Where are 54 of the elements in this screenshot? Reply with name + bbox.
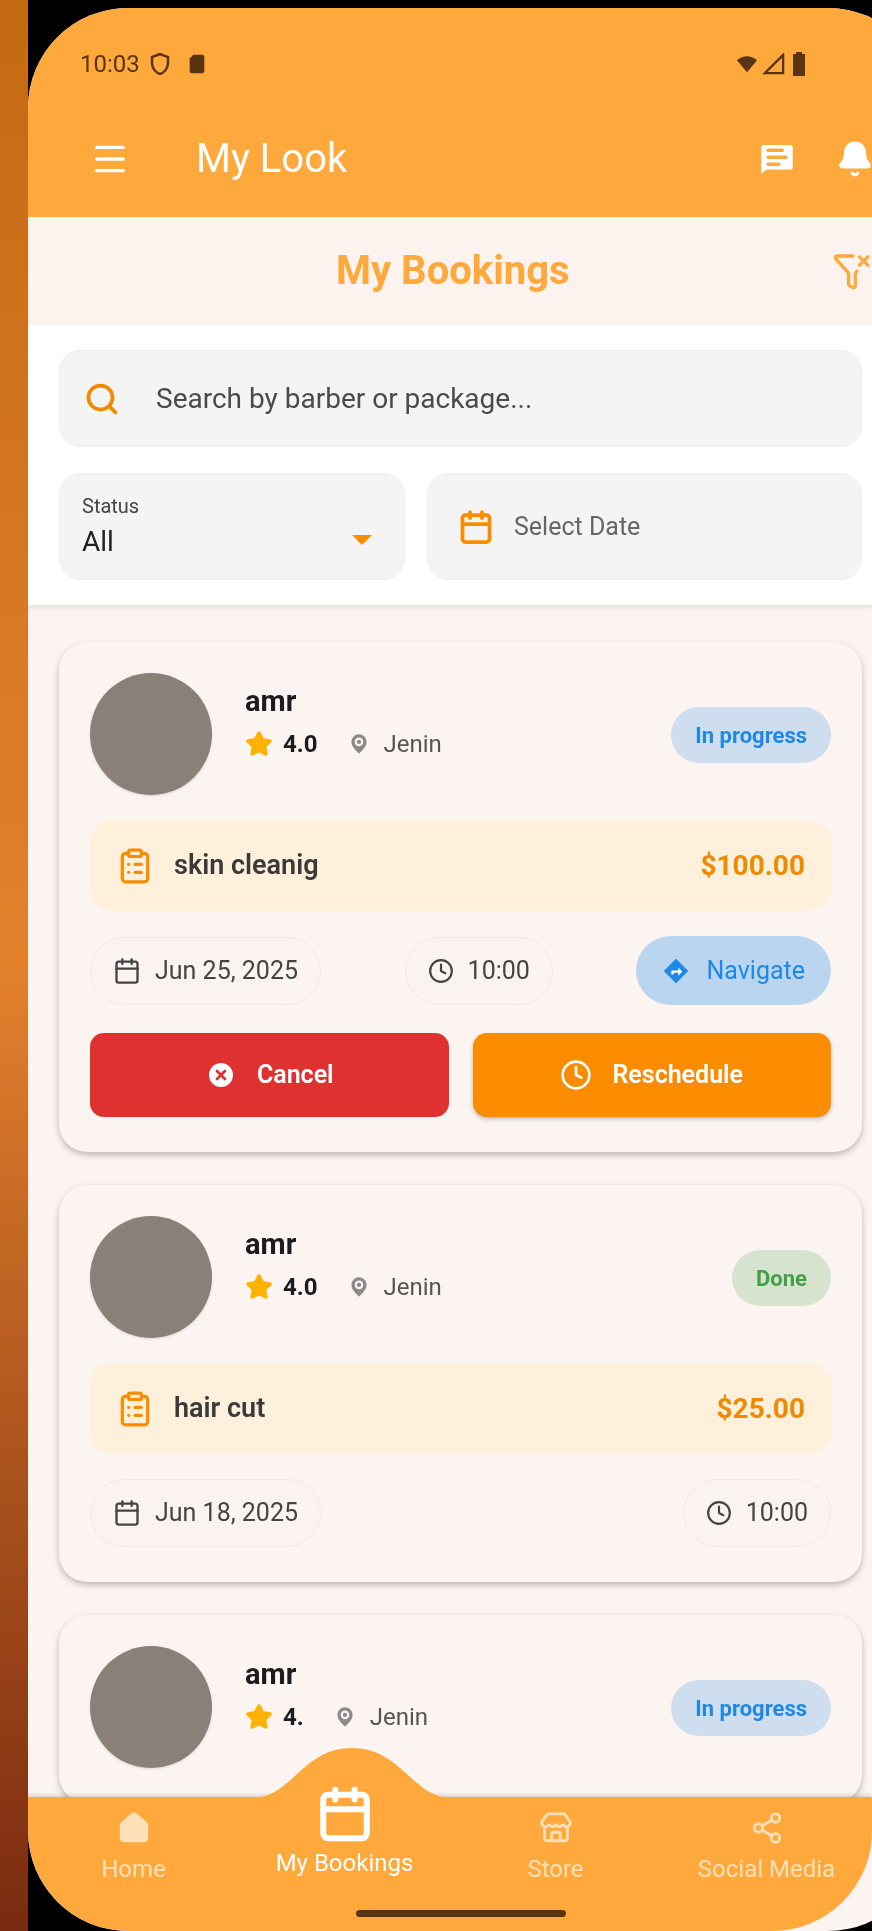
date-field[interactable]: Select Date xyxy=(427,473,862,580)
package-name: skin cleanig xyxy=(174,848,320,884)
dropdown-value: All xyxy=(82,523,115,560)
star-icon xyxy=(245,1703,273,1731)
star-icon xyxy=(245,730,273,758)
rating: 4.0 xyxy=(283,729,318,760)
status-label: In progress xyxy=(695,1694,807,1723)
location: Jenin xyxy=(383,729,442,760)
package-name: hair cut xyxy=(174,1391,267,1427)
status-label: Done xyxy=(756,1264,807,1293)
calendar-icon xyxy=(113,1499,141,1527)
price: $100.00 xyxy=(700,847,805,884)
clear-filter-icon[interactable] xyxy=(832,251,872,291)
navigate-button[interactable]: Navigate xyxy=(636,936,831,1005)
dropdown-label: Status xyxy=(82,492,141,520)
calendar-icon xyxy=(458,508,494,545)
price: $25.00 xyxy=(716,1390,805,1427)
clock-icon xyxy=(705,1500,732,1526)
search-input[interactable]: Search by barber or package... xyxy=(156,377,837,420)
barber-name: amr xyxy=(245,687,298,716)
date-input[interactable]: Select Date xyxy=(514,507,831,546)
nav-item[interactable]: My Bookings xyxy=(239,1785,450,1931)
battery-icon xyxy=(792,52,806,76)
booking-time: 10:00 xyxy=(745,1497,808,1530)
direction-icon xyxy=(662,956,691,985)
notification-icon[interactable] xyxy=(836,139,872,178)
booking-date: Jun 18, 2025 xyxy=(155,1497,298,1530)
nav-item[interactable]: Home xyxy=(28,1797,239,1931)
rating: 4. xyxy=(283,1702,304,1733)
search-field[interactable]: Search by barber or package... xyxy=(59,350,862,447)
caret-icon xyxy=(352,534,372,545)
nav-item[interactable]: Store xyxy=(450,1797,661,1931)
clock-icon xyxy=(560,1059,593,1091)
booking-date: Jun 25, 2025 xyxy=(155,954,298,987)
calendar-icon xyxy=(113,956,141,985)
page-title: My Bookings xyxy=(336,246,570,296)
nav-item[interactable]: Social Media xyxy=(661,1797,872,1931)
signal-icon xyxy=(762,53,786,75)
app-title: My Look xyxy=(196,133,348,184)
barber-name: amr xyxy=(245,1660,298,1689)
location: Jenin xyxy=(383,1272,442,1303)
status-dropdown[interactable]: Status All xyxy=(59,473,405,580)
wifi-icon xyxy=(734,53,760,75)
star-icon xyxy=(245,1273,273,1301)
status-time: 10:03 xyxy=(80,49,140,80)
reschedule-button[interactable]: Reschedule xyxy=(472,1033,831,1117)
status-label: In progress xyxy=(695,721,807,750)
cancel-button[interactable]: Cancel xyxy=(90,1033,449,1117)
location: Jenin xyxy=(369,1702,429,1733)
booking-time: 10:00 xyxy=(467,954,530,987)
clock-icon xyxy=(427,957,454,984)
store-icon xyxy=(538,1811,573,1845)
rating: 4.0 xyxy=(283,1272,318,1303)
barber-name: amr xyxy=(245,1230,298,1259)
